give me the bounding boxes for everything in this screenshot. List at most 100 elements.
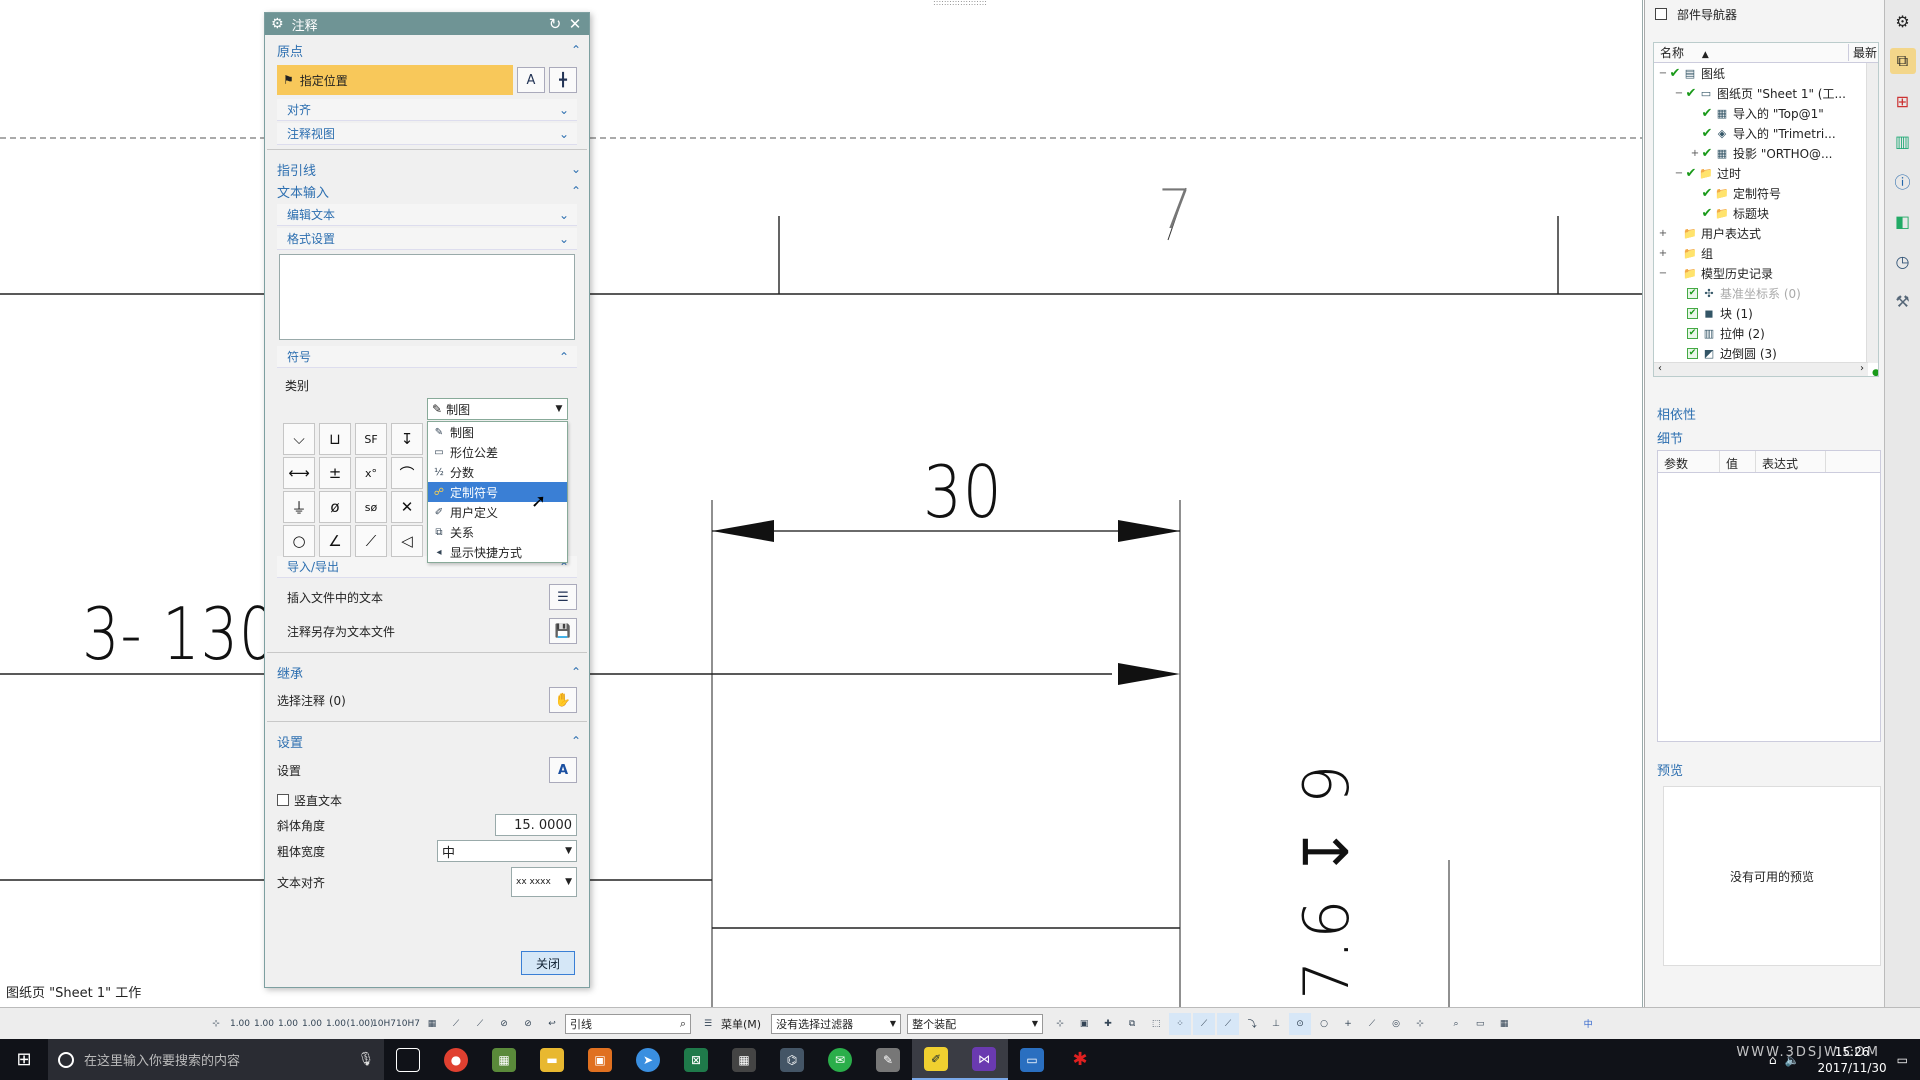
details-section[interactable]: 细节 [1657,428,1683,447]
dimension-tool-icon[interactable]: (1.00) [346,1013,373,1035]
dimension-tool-icon[interactable]: 1.00 [301,1013,323,1035]
close-button[interactable]: 关闭 [521,951,575,975]
remote-desktop-icon[interactable]: ▭ [1008,1039,1056,1080]
tree-node[interactable]: ✔✣基准坐标系 (0)● [1654,283,1878,303]
tree-vertical-scrollbar[interactable] [1866,63,1878,363]
windows-start-icon[interactable]: ⊞ [0,1039,48,1080]
dimension-7[interactable]: 7 [1158,178,1193,241]
palette-icon[interactable]: ◧ [1890,208,1916,234]
tree-horizontal-scrollbar[interactable]: ‹ › [1654,362,1868,376]
category-option[interactable]: ✎ 制图 [428,422,567,442]
taskbar-search[interactable]: 在这里输入你要搜索的内容 🎙 [48,1039,384,1080]
expand-icon[interactable]: + [1658,248,1668,259]
tree-node[interactable]: ✔📁定制符号● [1654,183,1878,203]
annotation-text-area[interactable] [279,254,575,340]
history-icon[interactable]: ◷ [1890,248,1916,274]
collapse-icon[interactable]: − [1674,88,1684,99]
insert-file-icon[interactable]: ☰ [549,584,577,610]
dimension-tool-icon[interactable]: ⊘ [493,1013,515,1035]
column-name-header[interactable]: 名称 ▲ [1654,44,1848,61]
drawing-canvas[interactable]: :::::::::::::::::::: 30 7 3- 130 7.6 ↧ 9… [0,0,1643,1007]
wechat-icon[interactable]: ✉ [816,1039,864,1080]
symbol-button[interactable]: ∠ [319,525,351,557]
tree-node[interactable]: +📁用户表达式● [1654,223,1878,243]
end-point-icon[interactable]: ⟋ [1193,1012,1216,1035]
point-on-curve-icon[interactable]: ⟋ [1361,1013,1383,1035]
existing-point-icon[interactable]: + [1337,1013,1359,1035]
add-icon[interactable]: ✚ [1097,1013,1119,1035]
select-face-icon[interactable]: ▣ [1073,1013,1095,1035]
pin-icon[interactable] [1655,8,1667,20]
red-app-icon[interactable]: ✱ [1056,1039,1104,1080]
expression-column[interactable]: 表达式 [1756,451,1826,472]
collapse-icon[interactable]: − [1658,68,1668,79]
select-annotation-icon[interactable]: ✋ [549,687,577,713]
microphone-icon[interactable]: 🎙 [357,1052,374,1067]
section-symbol[interactable]: 符号 ⌃ [277,346,577,368]
dimension-tool-icon[interactable]: 1.00 [325,1013,347,1035]
role-icon[interactable]: ⚒ [1890,288,1916,314]
tree-node[interactable]: +📁组● [1654,243,1878,263]
quadrant-icon[interactable]: ○ [1313,1013,1335,1035]
visual-studio-icon[interactable]: ⋈ [960,1039,1008,1080]
browser-app-icon[interactable]: ➤ [624,1039,672,1080]
bold-width-select[interactable]: 中 ▼ [437,840,577,862]
symbol-button[interactable]: ⏚ [283,491,315,523]
web-browser-icon[interactable]: ⓘ [1890,168,1916,194]
dimension-vertical[interactable]: 7.6 ↧ 9 [1290,764,1363,1000]
category-option[interactable]: ▭ 形位公差 [428,442,567,462]
symbol-button[interactable]: ↧ [391,423,423,455]
tree-node[interactable]: +✔▦投影 "ORTHO@...● [1654,143,1878,163]
assembly-navigator-icon[interactable]: ⧉ [1889,48,1916,74]
dimension-tool-icon[interactable]: ↩ [541,1013,563,1035]
text-style-icon[interactable]: A [549,757,577,783]
gear-icon[interactable]: ⚙ [271,16,284,32]
calculator-icon[interactable]: ▦ [720,1039,768,1080]
mid-point-icon[interactable]: ⟋ [1217,1012,1240,1035]
task-view-icon[interactable] [384,1039,432,1080]
nx-app-icon[interactable]: ✐ [912,1039,960,1080]
section-leader[interactable]: 指引线 ⌄ [265,158,589,180]
section-align[interactable]: 对齐 ⌄ [277,99,577,121]
reuse-library-icon[interactable]: ▥ [1890,128,1916,154]
close-icon[interactable]: ✕ [567,15,583,33]
dimension-tool-icon[interactable]: ⟋ [469,1013,491,1035]
dimension-tool-icon[interactable]: 1.00 [229,1013,251,1035]
dimension-tool-icon[interactable]: 1.00 [277,1013,299,1035]
vertical-text-checkbox[interactable] [277,794,289,806]
assembly-scope-select[interactable]: 整个装配 ▼ [907,1013,1044,1034]
selection-input[interactable]: 引线 ⌕ [565,1013,691,1034]
selection-filter-select[interactable]: 没有选择过滤器 ▼ [771,1013,902,1034]
tree-node[interactable]: ✔▥拉伸 (2)● [1654,323,1878,343]
control-point-icon[interactable]: ⤵ [1241,1013,1263,1035]
symbol-button[interactable]: ± [319,457,351,489]
section-format-settings[interactable]: 格式设置 ⌄ [277,228,577,250]
section-inherit[interactable]: 继承 ⌃ [265,661,589,683]
arc-center-icon[interactable]: ⊙ [1289,1012,1312,1035]
dimension-tool-icon[interactable]: ⊘ [517,1013,539,1035]
suppress-checkbox[interactable]: ✔ [1687,327,1698,339]
category-option[interactable]: ⧉ 关系 [428,522,567,542]
param-column[interactable]: 参数 [1658,451,1720,472]
ime-icon[interactable]: 中 [1577,1013,1599,1035]
section-origin[interactable]: 原点 ⌃ [265,39,589,61]
category-option[interactable]: ½ 分数 [428,462,567,482]
snap-point-icon[interactable]: ⁘ [1169,1012,1192,1035]
dimension-tool-icon[interactable]: 10H7 [372,1013,396,1035]
section-annotation-view[interactable]: 注释视图 ⌄ [277,123,577,145]
part-navigator-icon[interactable]: ⊞ [1890,88,1916,114]
dimension-tool-icon[interactable]: ▦ [421,1013,443,1035]
dimension-tool-icon[interactable]: 10H7 [396,1013,420,1035]
office-app-icon[interactable]: ▣ [576,1039,624,1080]
symbol-button[interactable]: ⌵ [283,423,315,455]
dimension-30[interactable]: 30 [923,450,1003,534]
intersection-icon[interactable]: ⊥ [1265,1013,1287,1035]
tree-node[interactable]: −📁模型历史记录● [1654,263,1878,283]
network-app-icon[interactable]: ⌬ [768,1039,816,1080]
chrome-icon[interactable]: ● [432,1039,480,1080]
tree-node[interactable]: −✔▤图纸● [1654,63,1878,83]
symbol-button[interactable]: ⟋ [355,525,387,557]
tree-node[interactable]: ✔◩边倒圆 (3)● [1654,343,1878,363]
symbol-button[interactable]: ○ [283,525,315,557]
symbol-button[interactable]: ⟷ [283,457,315,489]
